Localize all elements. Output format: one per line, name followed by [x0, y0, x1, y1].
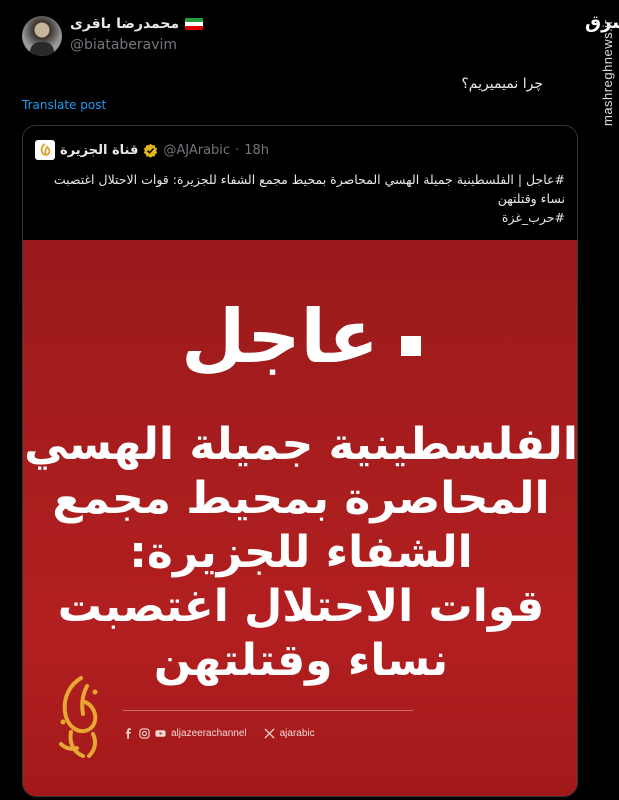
- x-handle: ajarabic: [279, 728, 315, 739]
- post-text: چرا نمیمیریم؟: [461, 76, 543, 92]
- facebook-icon: [125, 728, 131, 739]
- instagram-icon: [139, 728, 150, 739]
- quoted-hashtag[interactable]: #حرب_غزة: [35, 208, 565, 227]
- post: محمدرضا باقری @biataberavim چرا نمیمیریم…: [0, 0, 585, 800]
- social-links: aljazeerachannel ajarabic: [123, 728, 315, 739]
- avatar[interactable]: [22, 16, 62, 56]
- channel-name: aljazeerachannel: [171, 728, 247, 739]
- headline-line: قوات الاحتلال اغتصبت: [57, 581, 545, 632]
- quoted-body: #عاجل | الفلسطينية جميلة الهسي المحاصرة …: [53, 172, 565, 206]
- urgent-square-icon: [400, 336, 421, 356]
- headline-line: الشفاء للجزيرة:: [129, 527, 473, 578]
- translate-post-link[interactable]: Translate post: [22, 98, 106, 112]
- footer-divider: [123, 710, 413, 711]
- headline-line: المحاصرة بمحيط مجمع: [52, 473, 550, 524]
- quoted-handle[interactable]: @AJArabic: [163, 143, 230, 158]
- aljazeera-logo-icon: [59, 676, 98, 758]
- meta-separator: ·: [235, 142, 240, 158]
- x-logo-icon: [264, 728, 275, 739]
- verified-gold-badge-icon: [144, 143, 158, 158]
- urgent-label: عاجل: [181, 294, 379, 380]
- quoted-text: #عاجل | الفلسطينية جميلة الهسي المحاصرة …: [35, 170, 565, 227]
- handle[interactable]: @biataberavim: [70, 37, 177, 53]
- quoted-post-header: قناة الجزيرة @AJArabic · 18h: [35, 139, 269, 161]
- watermark-strip: مشرق mashreghnews.ir: [579, 0, 619, 800]
- display-name[interactable]: محمدرضا باقری: [70, 16, 179, 32]
- aljazeera-avatar-icon[interactable]: [35, 140, 55, 160]
- headline-line: الفلسطينية جميلة الهسي: [24, 419, 578, 470]
- iran-flag-icon: [185, 18, 204, 30]
- urgent-banner: عاجل: [23, 294, 577, 380]
- quoted-image[interactable]: عاجل الفلسطينية جميلة الهسي المحاصرة بمح…: [23, 240, 578, 796]
- quoted-time[interactable]: 18h: [244, 143, 269, 158]
- youtube-icon: [155, 730, 166, 737]
- quoted-post[interactable]: قناة الجزيرة @AJArabic · 18h #عاجل | الف…: [22, 125, 578, 797]
- image-headline: الفلسطينية جميلة الهسي المحاصرة بمحيط مج…: [23, 418, 578, 688]
- watermark-site: mashreghnews.ir: [600, 19, 615, 127]
- author-row: محمدرضا باقری: [70, 16, 204, 32]
- quoted-display-name[interactable]: قناة الجزيرة: [60, 143, 138, 158]
